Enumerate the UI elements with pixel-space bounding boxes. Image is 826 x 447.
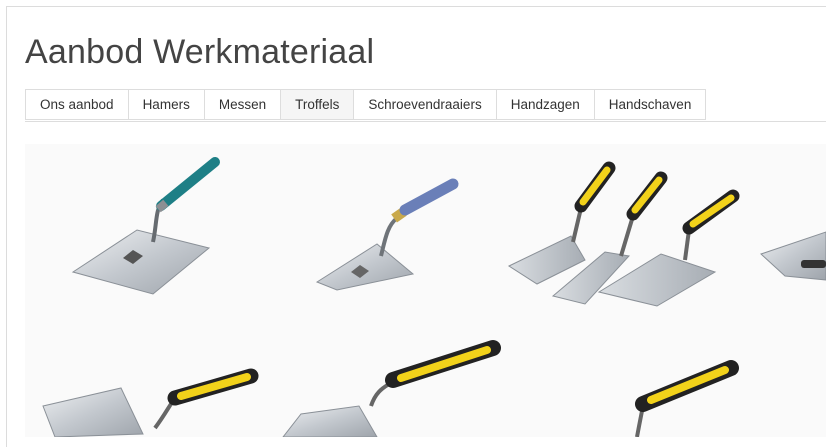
product-gallery [25,144,826,437]
trowel-blue-handle-icon[interactable] [315,178,459,291]
tab-handschaven[interactable]: Handschaven [593,89,707,120]
three-trowels-yellow-handle-icon[interactable] [507,161,740,307]
tab-messen[interactable]: Messen [203,89,281,120]
tab-troffels[interactable]: Troffels [280,89,354,120]
tab-schroevendraaiers[interactable]: Schroevendraaiers [353,89,496,120]
float-trowel-icon[interactable] [760,231,826,281]
category-tabs: Ons aanbod Hamers Messen Troffels Schroe… [25,89,826,122]
page-title: Aanbod Werkmateriaal [25,33,375,71]
trowel-yellow-handle-icon[interactable] [282,340,501,437]
tab-handzagen[interactable]: Handzagen [495,89,594,120]
tab-ons-aanbod[interactable]: Ons aanbod [25,89,128,120]
trowel-yellow-handle-icon[interactable] [635,360,739,437]
trowel-yellow-handle-icon[interactable] [42,368,259,437]
tab-hamers[interactable]: Hamers [127,89,204,120]
trowel-teal-handle-icon[interactable] [71,157,220,295]
